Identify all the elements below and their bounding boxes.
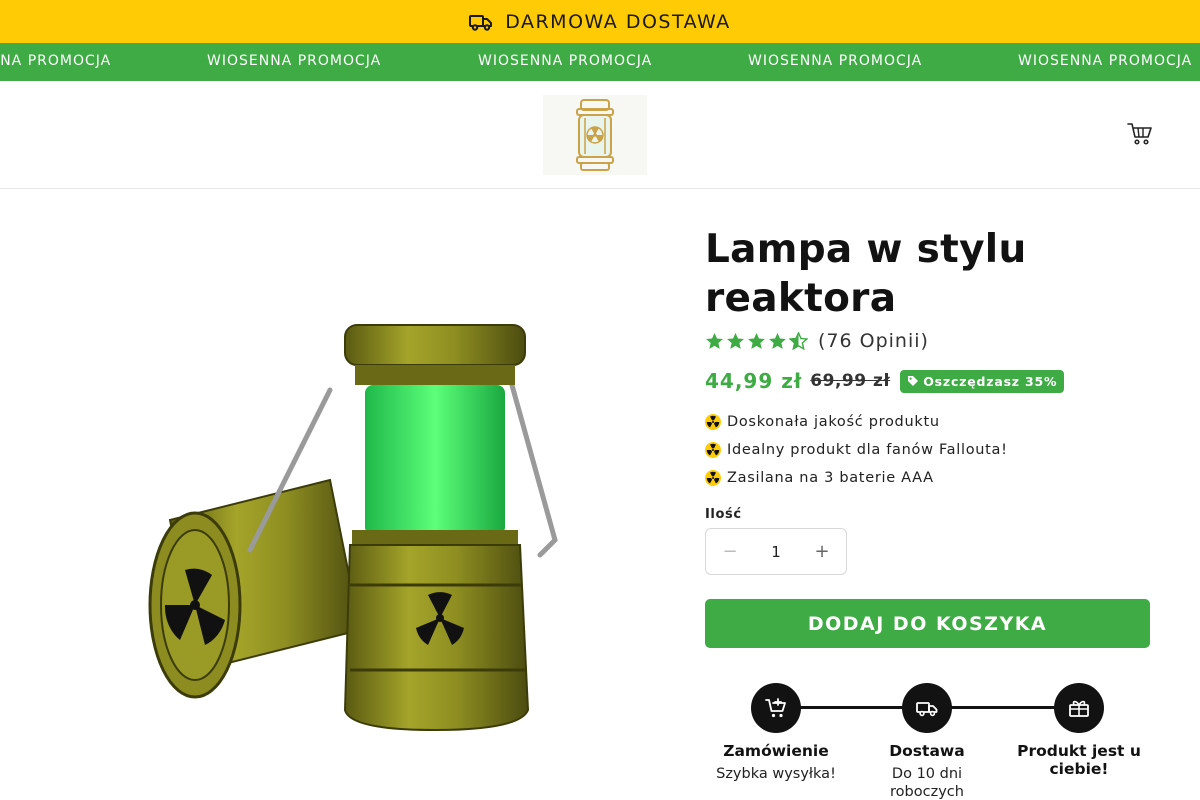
feature-item: Doskonała jakość produktu [705,408,1150,436]
add-to-cart-button[interactable]: DODAJ DO KOSZYKA [705,599,1150,648]
announcement-text: DARMOWA DOSTAWA [505,10,731,33]
gift-icon [1069,700,1089,717]
radiation-icon [705,442,721,458]
product-image[interactable] [0,190,690,800]
feature-item: Zasilana na 3 baterie AAA [705,464,1150,492]
reactor-lamp-logo [576,99,614,171]
feature-item: Idealny produkt dla fanów Fallouta! [705,436,1150,464]
truck-icon [469,14,493,31]
truck-icon [916,702,938,717]
marquee-item: WIOSENNA PROMOCJA [748,53,923,69]
marquee-item: WIOSENNA PROMOCJA [1018,53,1193,69]
step-title: Zamówienie [723,742,829,760]
marquee-item: WIOSENNA PROMOCJA [0,53,112,69]
cart-icon[interactable] [1127,122,1153,146]
feature-text: Idealny produkt dla fanów Fallouta! [727,442,1008,458]
quantity-stepper: − + [705,528,847,575]
lamp-front [343,324,530,732]
star-icon [727,332,744,349]
step-subtitle: Szybka wysyłka! [716,766,836,782]
announcement-bar: DARMOWA DOSTAWA [0,0,1200,43]
feature-text: Doskonała jakość produktu [727,414,940,430]
product-title: Lampa w stylu reaktora [705,227,1027,321]
lamp-back [148,478,362,699]
promo-marquee: WIOSENNA PROMOCJA WIOSENNA PROMOCJA WIOS… [0,43,1200,81]
rating[interactable]: (76 Opinii) [705,327,1150,355]
store-logo[interactable] [543,95,647,175]
reactor-lamp-photo [148,324,558,732]
sale-price: 44,99 zł [705,369,803,393]
step-title: Dostawa [889,742,965,760]
star-half-icon [789,332,808,350]
step-circle [751,683,801,733]
radiation-icon [705,470,721,486]
step-title: Produkt jest u ciebie! [1017,742,1141,778]
product-info: Lampa w stylu reaktora (76 Opinii) 44,99… [705,225,1150,648]
step-circle [902,683,952,733]
tag-icon [908,376,919,386]
order-steps: Zamówienie Szybka wysyłka! Dostawa Do 10… [705,683,1150,800]
regular-price: 69,99 zł [810,371,891,391]
feature-list: Doskonała jakość produktu Idealny produk… [705,408,1150,492]
feature-text: Zasilana na 3 baterie AAA [727,470,934,486]
star-icon [748,332,765,349]
star-icon [769,332,786,349]
cart-plus-icon [765,698,786,718]
price: 44,99 zł 69,99 zł Oszczędzasz 35% [705,367,1150,395]
quantity-label: Ilość [705,507,742,522]
step-received: Produkt jest u ciebie! [1014,683,1144,783]
star-rating [705,332,808,350]
quantity-input[interactable] [756,542,796,561]
quantity-decrease-button[interactable]: − [720,541,740,562]
step-subtitle: Do 10 dni roboczych [890,766,964,800]
marquee-item: WIOSENNA PROMOCJA [478,53,653,69]
savings-badge: Oszczędzasz 35% [900,369,1065,393]
marquee-item: WIOSENNA PROMOCJA [207,53,382,69]
star-icon [706,332,723,349]
review-count: (76 Opinii) [818,330,929,352]
quantity-increase-button[interactable]: + [812,541,832,562]
savings-text: Oszczędzasz 35% [923,373,1058,389]
radiation-icon [705,414,721,430]
step-delivery: Dostawa Do 10 dni roboczych [862,683,992,800]
step-order: Zamówienie Szybka wysyłka! [711,683,841,783]
step-circle [1054,683,1104,733]
site-header [0,81,1200,189]
